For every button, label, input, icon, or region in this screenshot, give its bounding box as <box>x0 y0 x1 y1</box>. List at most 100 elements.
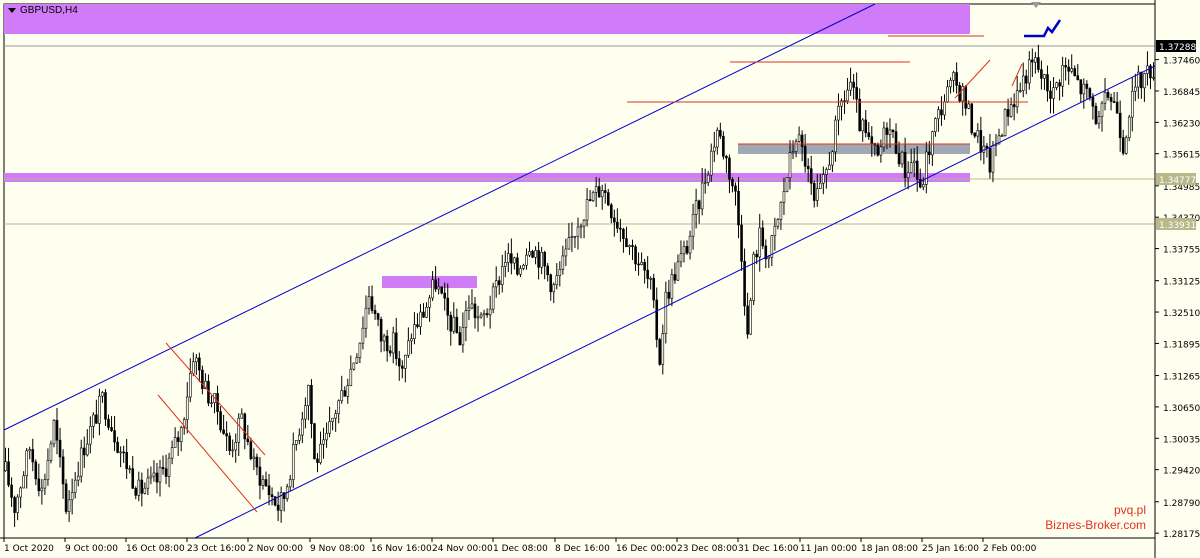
candle-body <box>1094 105 1098 124</box>
candle-body <box>982 145 986 153</box>
y-tick-label: 1.33755 <box>1163 246 1200 256</box>
candle-body <box>76 475 80 481</box>
price-chart[interactable]: 1.374601.368451.362301.356151.349851.343… <box>0 0 1200 558</box>
candle-body <box>1006 109 1010 117</box>
channel-lower-line[interactable] <box>194 65 1156 539</box>
candle-body <box>855 87 858 100</box>
candle-body <box>1112 101 1116 103</box>
candle-body <box>822 174 825 184</box>
chart-canvas[interactable]: 1.374601.368451.362301.356151.349851.343… <box>0 0 1200 558</box>
candle-body <box>270 494 274 497</box>
candle-body <box>561 255 565 270</box>
candle-body <box>688 235 692 254</box>
candle-body <box>313 423 316 460</box>
dropdown-triangle-icon[interactable] <box>8 8 16 13</box>
candle-body <box>343 390 347 397</box>
candle-body <box>1124 137 1128 154</box>
candle-body <box>500 266 504 285</box>
y-tick-label: 1.33125 <box>1163 278 1200 288</box>
candle-body <box>55 420 59 441</box>
candle-body <box>37 478 41 492</box>
candle-body <box>858 98 861 132</box>
candle-body <box>1034 57 1037 63</box>
candle-body <box>594 186 598 193</box>
candle-body <box>1055 82 1058 88</box>
candle-body <box>222 429 225 434</box>
candle-body <box>264 479 268 487</box>
watermark-line1: pvq.pl <box>1113 503 1146 517</box>
candle-body <box>425 306 428 318</box>
candle-body <box>467 307 471 311</box>
x-tick-label: 1 Dec 08:00 <box>493 544 548 554</box>
forecast-arrow[interactable] <box>1024 19 1062 38</box>
x-tick-label: 23 Dec 08:00 <box>677 544 738 554</box>
candle-body <box>806 165 810 169</box>
candle-body <box>73 479 77 493</box>
candle-body <box>928 151 931 156</box>
candle-body <box>582 219 586 227</box>
candle-body <box>794 141 798 152</box>
shift-marker-icon[interactable] <box>1031 2 1041 8</box>
candle-body <box>40 487 44 492</box>
candle-body <box>394 332 398 359</box>
candle-body <box>237 417 241 443</box>
candle-body <box>837 105 840 121</box>
demand-zone-small[interactable] <box>382 276 477 288</box>
candle-body <box>67 499 71 512</box>
candle-body <box>613 217 616 223</box>
candle-body <box>1085 83 1089 89</box>
candle-body <box>58 439 62 458</box>
candle-body <box>1064 65 1067 68</box>
support-zone-gray[interactable] <box>738 144 970 154</box>
candle-body <box>831 151 834 166</box>
candle-body <box>567 237 571 250</box>
channel-upper-line[interactable] <box>3 3 876 431</box>
candle-body <box>240 413 244 419</box>
candle-body <box>46 460 50 480</box>
candle-body <box>955 72 958 86</box>
candle-body <box>491 286 495 310</box>
candle-body <box>397 358 401 367</box>
candle-body <box>564 248 568 257</box>
candle-body <box>1130 90 1134 118</box>
candle-body <box>825 169 828 175</box>
red-trend-line[interactable] <box>954 59 991 99</box>
candle-body <box>1127 116 1131 139</box>
candle-body <box>1009 104 1013 117</box>
candle-body <box>513 257 516 264</box>
y-tick-label: 1.32510 <box>1163 309 1200 319</box>
candle-body <box>979 130 983 153</box>
candle-body <box>988 147 992 173</box>
candle-body <box>779 201 783 220</box>
candle-body <box>815 188 819 201</box>
candle-body <box>1046 74 1049 92</box>
x-tick-label: 2 Nov 00:00 <box>248 544 303 554</box>
candle-body <box>352 362 356 370</box>
candle-body <box>543 251 546 267</box>
candle-body <box>61 456 65 485</box>
candle-body <box>740 224 743 262</box>
candle-body <box>1140 71 1143 89</box>
candle-body <box>125 452 128 470</box>
candle-body <box>503 262 507 267</box>
candle-body <box>322 439 325 445</box>
candle-body <box>370 296 374 311</box>
candle-body <box>10 484 13 498</box>
candle-body <box>276 504 280 511</box>
candle-body <box>1021 75 1025 91</box>
candle-body <box>98 395 101 424</box>
candle-body <box>1067 66 1070 72</box>
candle-body <box>458 332 462 346</box>
candle-body <box>900 151 904 165</box>
candle-body <box>706 174 710 183</box>
supply-zone-top[interactable] <box>4 4 970 34</box>
candle-body <box>588 199 592 201</box>
candle-body <box>413 324 416 339</box>
candle-body <box>437 286 440 290</box>
candle-body <box>173 437 177 448</box>
candle-body <box>482 313 486 316</box>
candle-body <box>192 361 195 374</box>
candle-body <box>434 279 437 290</box>
candle-body <box>846 89 849 102</box>
candle-body <box>104 392 107 420</box>
